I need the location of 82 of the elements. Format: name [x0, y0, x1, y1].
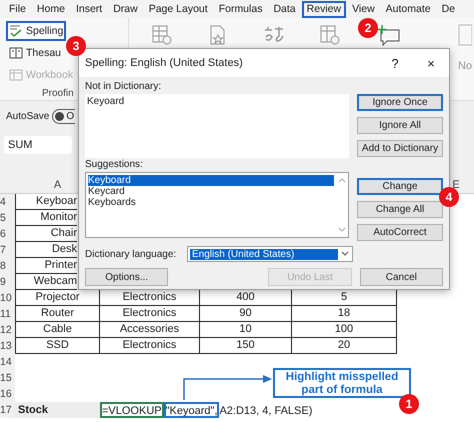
table-icon: [9, 68, 23, 82]
language-dropdown[interactable]: English (United States): [187, 246, 353, 262]
suggestions-list[interactable]: Keyboard Keycard Keyboards: [85, 172, 349, 238]
table-cell: Chair: [15, 226, 77, 242]
field-label: Suggestions:: [85, 159, 143, 171]
table-cell: 150: [200, 338, 292, 354]
help-button[interactable]: ?: [377, 56, 413, 70]
row-header[interactable]: 17: [0, 402, 15, 418]
dialog-title: Spelling: English (United States): [85, 57, 244, 69]
list-item[interactable]: Keyboard: [88, 175, 334, 186]
ribbon-tab[interactable]: Page Layout: [144, 0, 213, 18]
row-header[interactable]: 13: [0, 338, 15, 354]
formula-part: =VLOOKUP: [100, 402, 164, 418]
row-header[interactable]: 10: [0, 290, 15, 306]
table-cell: Keyboar: [15, 194, 77, 210]
page-icon[interactable]: [458, 24, 472, 46]
row-header[interactable]: 8: [0, 258, 15, 274]
row-header[interactable]: 7: [0, 242, 15, 258]
formula-part: A2:D13, 4, FALSE): [219, 404, 312, 418]
ribbon-tab[interactable]: File: [4, 0, 31, 18]
autosave-label: AutoSave: [6, 110, 50, 122]
scroll-down-icon[interactable]: [338, 227, 346, 233]
ribbon-tab[interactable]: View: [347, 0, 380, 18]
callout-box: Highlight misspelled part of formula: [273, 368, 411, 398]
table-cell: Router: [15, 306, 100, 322]
dialog-button[interactable]: Options...: [85, 268, 168, 286]
table-cell: 100: [292, 322, 397, 338]
list-item[interactable]: Keycard: [88, 186, 334, 197]
formula-part: "Keyoard",: [164, 402, 220, 418]
table-cell: Desk: [15, 242, 77, 258]
table-cell: Printer: [15, 258, 77, 274]
dialog-button[interactable]: Ignore Once: [357, 94, 443, 111]
ribbon-tab[interactable]: Automate: [380, 0, 436, 18]
field-label: Dictionary language:: [85, 248, 178, 260]
ribbon-tab[interactable]: Insert: [70, 0, 108, 18]
ribbon-tab[interactable]: Review: [302, 0, 346, 18]
scroll-up-icon[interactable]: [338, 177, 346, 183]
table-cell: Cable: [15, 322, 100, 338]
table-cell: Stock: [15, 402, 100, 418]
step-badge: 1: [399, 394, 419, 414]
row-header[interactable]: 11: [0, 306, 15, 322]
ribbon-tab[interactable]: De: [436, 0, 460, 18]
row-header[interactable]: 15: [0, 370, 15, 386]
table-cell: Webcam: [15, 274, 77, 290]
row-header[interactable]: 12: [0, 322, 15, 338]
table-cell: 20: [292, 338, 397, 354]
table-cell: 90: [200, 306, 292, 322]
table-cell: SSD: [15, 338, 100, 354]
dialog-button[interactable]: Change: [357, 178, 443, 195]
row-header[interactable]: 16: [0, 386, 15, 402]
row-header[interactable]: 4: [0, 194, 15, 210]
ribbon-tab[interactable]: Formulas: [214, 0, 268, 18]
row-header[interactable]: 5: [0, 210, 15, 226]
dialog-button[interactable]: Add to Dictionary: [357, 140, 443, 157]
table-cell: Electronics: [100, 338, 200, 354]
dialog-button[interactable]: AutoCorrect: [357, 224, 443, 241]
ribbon-button[interactable]: Thesau: [6, 43, 64, 63]
autosave-toggle[interactable]: O: [52, 108, 76, 124]
ribbon-button[interactable]: Spelling: [6, 21, 66, 41]
spell-check-icon: [9, 24, 23, 38]
name-box[interactable]: SUM: [4, 136, 72, 154]
row-header[interactable]: 9: [0, 274, 15, 290]
dialog-button[interactable]: Change All: [357, 201, 443, 218]
text-field[interactable]: Keyoard: [85, 94, 349, 158]
row-header[interactable]: 6: [0, 226, 15, 242]
comment-plus-icon[interactable]: [375, 24, 401, 46]
table-cell: 10: [200, 322, 292, 338]
ribbon-tab[interactable]: Data: [268, 0, 301, 18]
ribbon-tab[interactable]: Home: [32, 0, 70, 18]
list-item[interactable]: Keyboards: [88, 197, 334, 208]
ribbon-tab[interactable]: Draw: [108, 0, 143, 18]
dialog-button[interactable]: Cancel: [360, 268, 443, 286]
field-label: Not in Dictionary:: [85, 81, 162, 93]
book-icon: [9, 46, 23, 60]
table-cell: Monitor: [15, 210, 77, 226]
table-cell: 18: [292, 306, 397, 322]
table-cell: Accessories: [100, 322, 200, 338]
table-cell: Electronics: [100, 306, 200, 322]
dialog-button[interactable]: Ignore All: [357, 117, 443, 134]
group-label: Proofin: [41, 88, 74, 99]
close-button[interactable]: ×: [413, 56, 449, 70]
row-header[interactable]: 14: [0, 354, 15, 370]
